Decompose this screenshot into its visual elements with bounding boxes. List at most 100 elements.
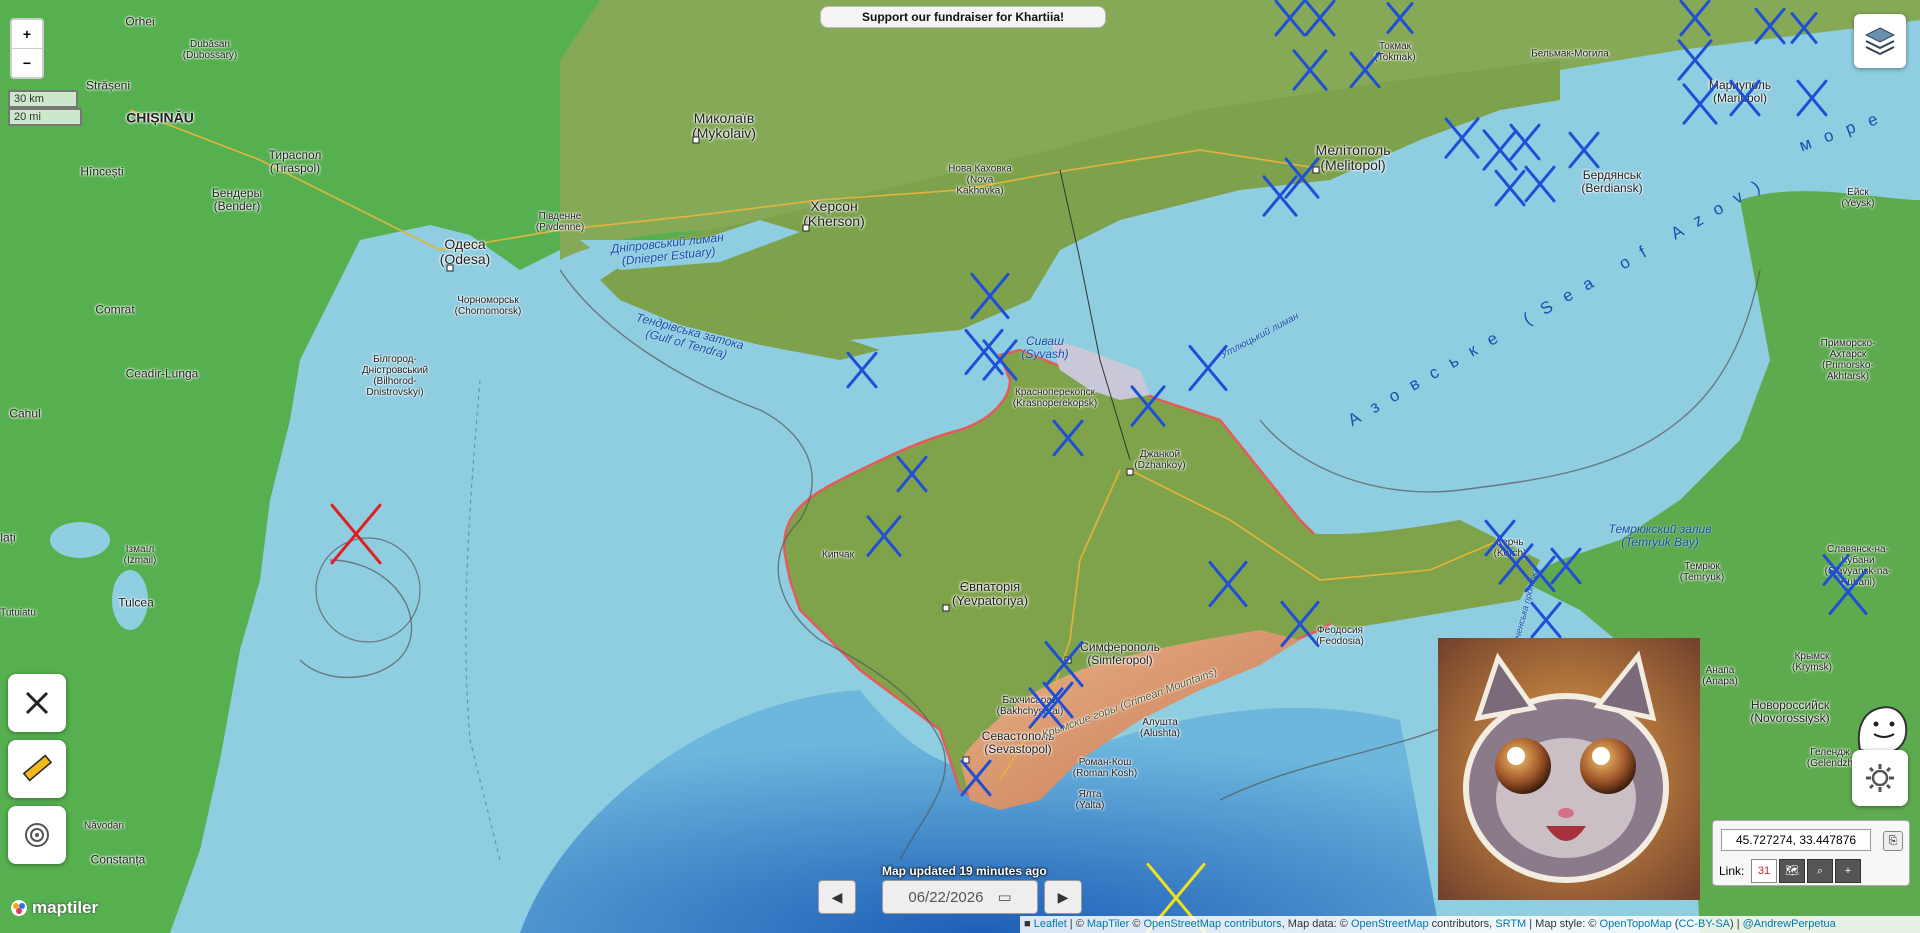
arrow-left-icon: ◀ (831, 888, 843, 905)
attribution-bar: ■ Leaflet | © MapTiler © OpenStreetMap c… (1020, 916, 1920, 933)
label-krasnoperekopsk: Красноперекопск (Krasnoperekopsk) (1012, 387, 1098, 409)
label-dubasari: Dubăsari (Dubossary) (182, 39, 238, 61)
label-odesa: Одеса (Odesa) (439, 236, 491, 267)
label-comrat: Comrat (95, 302, 135, 317)
gear-icon (1866, 764, 1894, 792)
label-bakhchysarai: Бахчисарай (Bakhchysarai) (996, 695, 1064, 717)
label-berdiansk: Бердянськ (Berdiansk) (1581, 168, 1643, 195)
maptiler-link[interactable]: MapTiler (1087, 918, 1129, 930)
label-syvash: Сиваш (Syvash) (1021, 334, 1069, 361)
date-picker[interactable]: 06/22/2026 ▭ (882, 880, 1038, 914)
copy-coordinates-button[interactable]: ⎘ (1883, 831, 1903, 851)
label-melitopol: Мелітополь (Melitopol) (1315, 142, 1391, 173)
label-yevpatoriya: Євпаторія (Yevpatoriya) (951, 579, 1029, 608)
label-mykolaiv: Миколаїв (Mykolaiv) (692, 110, 756, 141)
label-constanta: Constanța (90, 852, 146, 867)
label-straseni: Strășeni (85, 78, 131, 93)
zoom-control: + − (10, 18, 44, 79)
layers-button[interactable] (1854, 14, 1906, 68)
label-tiraspol: Тираспол (Tiraspol) (268, 148, 322, 175)
meme-icon (1857, 706, 1908, 756)
attrib-text: | © (1066, 918, 1087, 930)
map-updated-text: Map updated 19 minutes ago (882, 864, 1047, 878)
leaflet-link[interactable]: Leaflet (1034, 918, 1067, 930)
coordinates-panel: ⎘ Link: 31 🗺 ⌕ + (1712, 820, 1910, 886)
label-bender: Бендеры (Bender) (211, 186, 263, 213)
attrib-text: contributors, (1428, 918, 1496, 930)
label-slavyansk: Славянск-на- Кубани (Slavyansk-na- Kuban… (1824, 544, 1892, 588)
label-chisinau: CHIȘINĂU (126, 109, 194, 126)
opentopomap-link[interactable]: OpenTopoMap (1600, 918, 1672, 930)
ruler-button[interactable] (8, 740, 66, 798)
label-yeysk: Ейск (Yeysk) (1841, 187, 1875, 209)
label-temryuk: Темрюк (Temryuk) (1679, 561, 1725, 583)
cat-image (1438, 638, 1700, 900)
label-mariupol: Мариуполь (Mariupol) (1708, 78, 1772, 105)
flag-icon: ■ (1024, 918, 1031, 930)
label-chornomorsk: Чорноморськ (Chornomorsk) (454, 295, 522, 317)
crosshair-icon: + (1844, 865, 1852, 877)
label-dzhankoy: Джанкой (Dzhankoy) (1134, 449, 1186, 471)
label-yalta: Ялта (Yalta) (1075, 789, 1105, 811)
prev-date-button[interactable]: ◀ (818, 880, 856, 914)
ruler-icon (22, 754, 53, 782)
city-marker (962, 756, 970, 764)
city-marker (1126, 468, 1134, 476)
arrow-right-icon: ▶ (1057, 888, 1069, 905)
scale-mi: 20 mi (8, 108, 82, 126)
label-feodosia: Феодосия (Feodosia) (1316, 625, 1364, 647)
x-logo-icon (25, 691, 49, 715)
attrib-text: , Map data: © (1281, 918, 1351, 930)
city-marker (692, 136, 700, 144)
locate-icon (25, 823, 49, 847)
city-marker (1312, 166, 1320, 174)
label-gelendzhik: Гелендж (Gelendzh (1806, 747, 1854, 769)
zoom-link-button[interactable]: ⌕ (1807, 859, 1833, 883)
label-kypchak: Кипчак (822, 549, 854, 561)
attrib-text: © (1129, 918, 1144, 930)
label-temryuk-bay: Темрюкский залив (Temryuk Bay) (1608, 522, 1712, 549)
fundraiser-banner[interactable]: Support our fundraiser for Khartiia! (820, 6, 1106, 28)
label-tulcea: Tulcea (118, 595, 154, 610)
label-primorsko: Приморско- Ахтарск (Primorsko- Akhtarsk) (1820, 338, 1876, 382)
label-orhei: Orhei (125, 14, 155, 29)
locate-button[interactable] (8, 806, 66, 864)
osm-contributors-link[interactable]: OpenStreetMap contributors (1144, 918, 1282, 930)
label-kerch: Керчь (Kerch) (1493, 537, 1527, 559)
label-pivdenne: Південне (Pivdenne) (535, 211, 585, 233)
zoom-in-button[interactable]: + (12, 20, 42, 48)
city-marker (802, 224, 810, 232)
maptiler-logo[interactable]: maptiler (10, 898, 98, 918)
label-kherson: Херсон (Kherson) (803, 198, 865, 229)
label-tokmak: Токмак (Tokmak) (1374, 41, 1416, 63)
settings-button[interactable] (1852, 750, 1908, 806)
calendar-icon: ▭ (997, 889, 1012, 906)
city-marker (446, 264, 454, 272)
label-cahul: Cahul (9, 406, 41, 421)
map-canvas[interactable]: Orhei Dubăsari (Dubossary) Strășeni CHIȘ… (0, 0, 1920, 933)
label-novorossiysk: Новороссийск (Novorossiysk) (1750, 698, 1830, 725)
zoom-out-button[interactable]: − (12, 48, 42, 77)
label-krymsk: Крымск (Krymsk) (1792, 651, 1832, 673)
magnifier-icon: ⌕ (1816, 865, 1824, 877)
layers-icon (1864, 27, 1896, 56)
label-ceadir: Ceadir-Lunga (125, 366, 199, 381)
label-roman-kosh: Роман-Кош (Roman Kosh) (1072, 757, 1138, 779)
link-label: Link: (1719, 864, 1745, 878)
label-simferopol: Симферополь (Simferopol) (1080, 640, 1160, 667)
crosshair-link-button[interactable]: + (1835, 859, 1861, 883)
calendar-icon: 31 (1757, 865, 1771, 877)
map-link-button[interactable]: 🗺 (1779, 859, 1805, 883)
author-link[interactable]: @AndrewPerpetua (1743, 918, 1836, 930)
coordinates-input[interactable] (1721, 829, 1871, 851)
calendar-link-button[interactable]: 31 (1751, 859, 1777, 883)
cc-by-sa-link[interactable]: CC-BY-SA (1678, 918, 1730, 930)
label-galati: lați (0, 530, 16, 545)
maptiler-icon (11, 900, 27, 916)
srtm-link[interactable]: SRTM (1495, 918, 1526, 930)
next-date-button[interactable]: ▶ (1044, 880, 1082, 914)
x-social-button[interactable] (8, 674, 66, 732)
city-marker (1064, 656, 1072, 664)
city-marker (942, 604, 950, 612)
osm-link[interactable]: OpenStreetMap (1351, 918, 1429, 930)
